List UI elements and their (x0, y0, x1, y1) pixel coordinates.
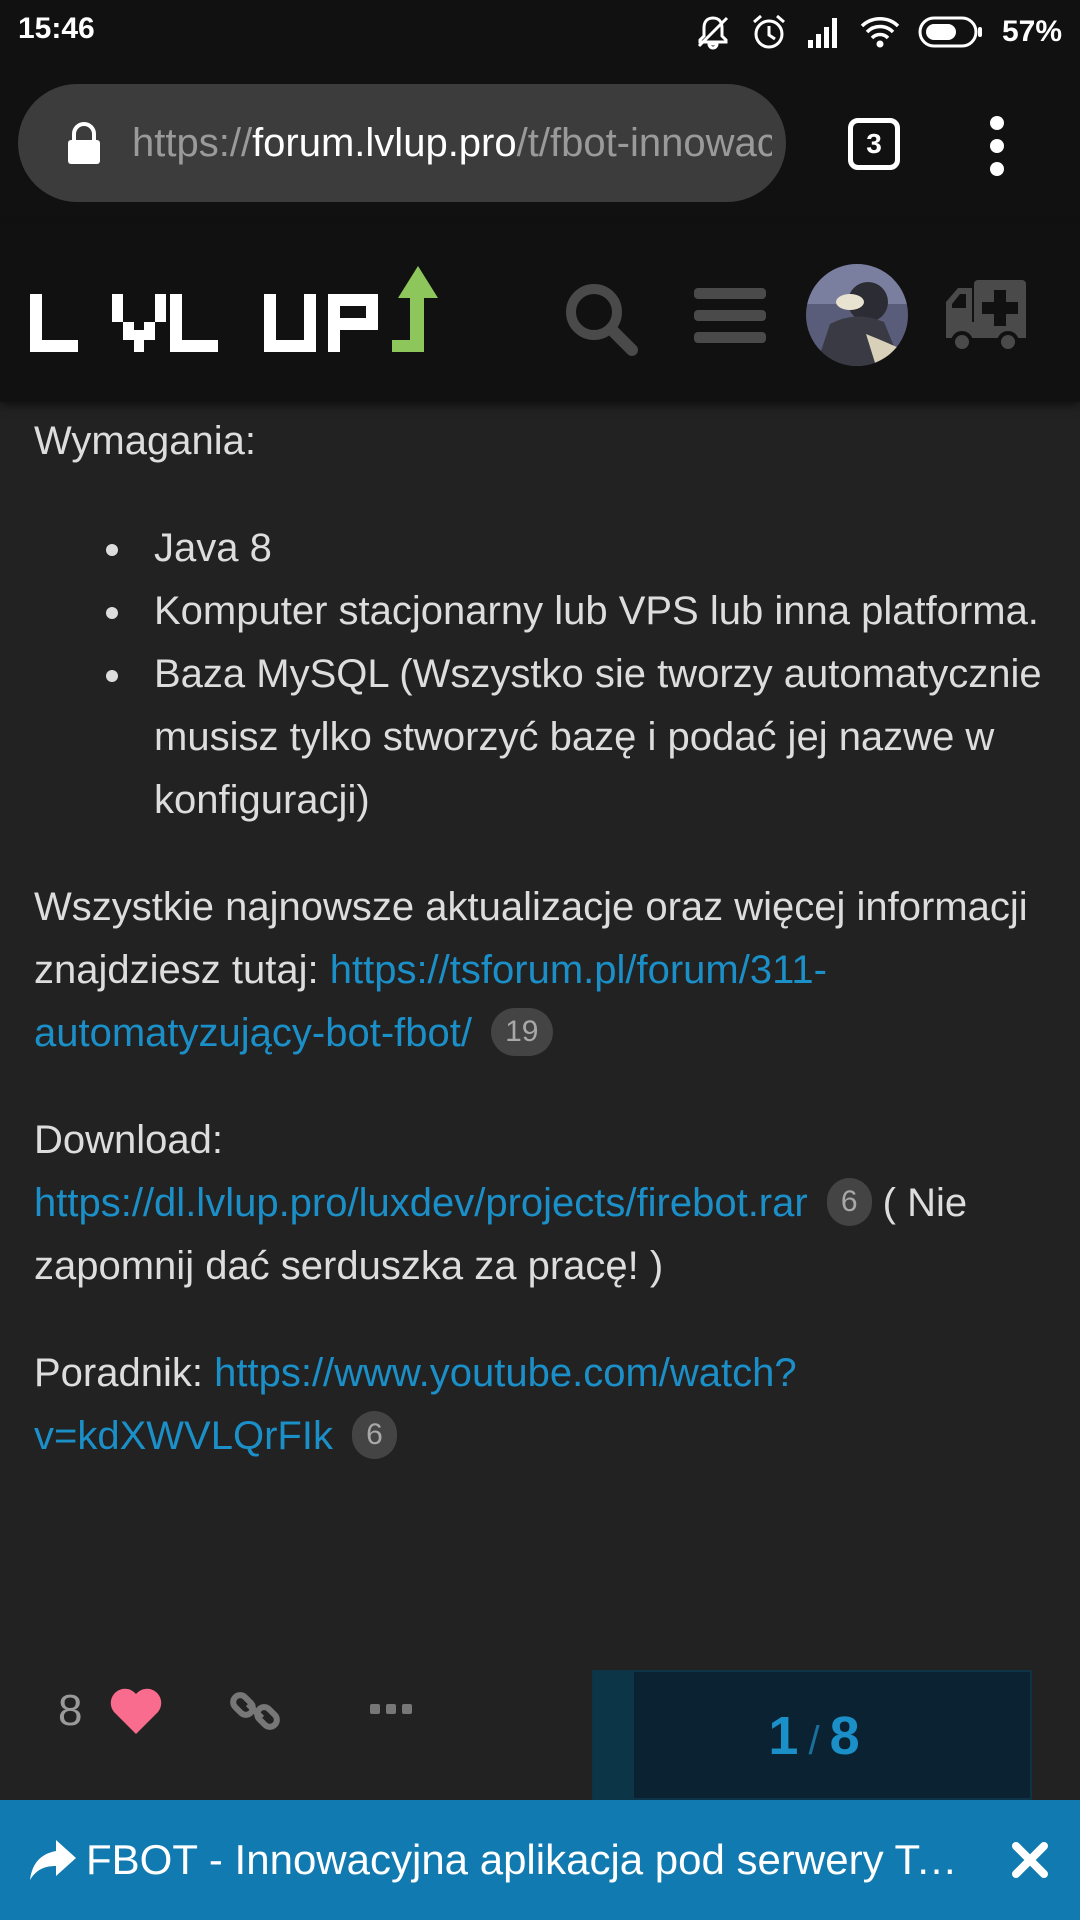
tab-switcher-button[interactable]: 3 (848, 118, 900, 170)
progress-current: 1 (768, 1706, 799, 1766)
browser-menu-button[interactable] (982, 116, 1012, 176)
url-host: forum.lvlup.pro (252, 121, 517, 165)
more-icon[interactable] (370, 1702, 412, 1721)
mute-icon (694, 13, 732, 51)
guide-label: Poradnik: (34, 1351, 203, 1395)
ambulance-icon[interactable] (944, 280, 1030, 359)
url-scheme: https:// (132, 121, 253, 165)
progress-total: 8 (829, 1706, 860, 1766)
link-click-count: 19 (491, 1008, 553, 1057)
link-icon[interactable] (228, 1684, 282, 1743)
alarm-icon (750, 13, 788, 51)
list-item: Baza MySQL (Wszystko sie tworzy automaty… (34, 643, 1044, 832)
lock-icon (66, 122, 102, 171)
download-label: Download: (34, 1118, 224, 1162)
wifi-icon (860, 15, 900, 49)
url-text[interactable]: https://forum.lvlup.pro/t/fbot-innowacyj… (132, 84, 772, 202)
site-logo[interactable] (28, 264, 448, 369)
requirements-list: Java 8 Komputer stacjonarny lub VPS lub … (34, 517, 1044, 832)
close-icon[interactable] (1010, 1840, 1050, 1885)
list-item: Komputer stacjonarny lub VPS lub inna pl… (34, 580, 1044, 643)
site-header (0, 224, 1080, 402)
progress-counter: 1/8 (594, 1672, 1034, 1800)
post-body: Wymagania: Java 8 Komputer stacjonarny l… (34, 410, 1044, 1468)
browser-toolbar: https://forum.lvlup.pro/t/fbot-innowacyj… (0, 64, 1080, 224)
topic-progress[interactable]: 1/8 (592, 1670, 1032, 1800)
address-bar[interactable]: https://forum.lvlup.pro/t/fbot-innowacyj… (18, 84, 786, 202)
download-paragraph: Download: https://dl.lvlup.pro/luxdev/pr… (34, 1109, 1044, 1298)
url-path: /t/fbot-innowacyjna (516, 121, 772, 165)
topic-title[interactable]: FBOT - Innowacyjna aplikacja pod serwery… (86, 1800, 976, 1920)
search-icon[interactable] (562, 280, 640, 363)
status-bar: 15:46 57% (0, 0, 1080, 64)
link-click-count: 6 (826, 1178, 872, 1227)
progress-separator: / (808, 1719, 820, 1763)
status-time: 15:46 (18, 12, 95, 45)
guide-paragraph: Poradnik: https://www.youtube.com/watch?… (34, 1342, 1044, 1468)
share-icon[interactable] (28, 1838, 78, 1887)
updates-paragraph: Wszystkie najnowsze aktualizacje oraz wi… (34, 876, 1044, 1065)
download-link[interactable]: https://dl.lvlup.pro/luxdev/projects/fir… (34, 1181, 808, 1225)
topic-title-bar[interactable]: FBOT - Innowacyjna aplikacja pod serwery… (0, 1800, 1080, 1920)
requirements-heading: Wymagania: (34, 419, 256, 463)
hamburger-menu-icon[interactable] (694, 286, 766, 351)
list-item: Java 8 (34, 517, 1044, 580)
like-count[interactable]: 8 (58, 1686, 82, 1736)
heart-icon[interactable] (108, 1686, 164, 1741)
link-click-count: 6 (352, 1411, 397, 1460)
battery-percent: 57% (1001, 15, 1062, 48)
user-avatar[interactable] (806, 264, 908, 371)
signal-icon (806, 14, 842, 50)
battery-icon (918, 15, 984, 49)
